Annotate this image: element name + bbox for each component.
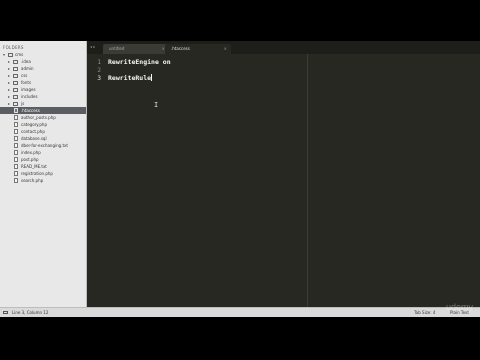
sidebar-item-label: css [21, 73, 28, 78]
folder-icon [13, 95, 18, 99]
sidebar-item-label: contact.php [21, 129, 45, 134]
file-icon [14, 129, 18, 134]
tab-htaccess[interactable]: .htaccess × [165, 44, 231, 54]
sidebar-item-label: includes [21, 94, 38, 99]
sidebar-item-label: .htaccess [21, 108, 40, 113]
tab-label: untitled [109, 46, 125, 51]
sidebar-item-label: cms [15, 52, 24, 57]
sidebar-item-file-selected[interactable]: .htaccess [0, 107, 86, 114]
folder-icon [13, 67, 18, 71]
folder-open-icon [8, 53, 13, 57]
chevron-right-icon[interactable]: ▸ [8, 100, 10, 107]
chevron-right-icon[interactable]: ▸ [8, 58, 10, 65]
sidebar-item-label: dber-for-exchanging.txt [21, 143, 68, 148]
chevron-right-icon[interactable]: ▸ [8, 65, 10, 72]
chevron-down-icon[interactable]: ▾ [3, 51, 5, 58]
chevron-right-icon[interactable]: ▸ [8, 86, 10, 93]
line-number-gutter: 1 2 3 [87, 54, 105, 307]
status-bar: Line 3, Column 12 Tab Size: 4 Plain Text [0, 307, 480, 317]
chevron-right-icon[interactable]: ▸ [8, 79, 10, 86]
sidebar-item-folder[interactable]: ▸ .idea [0, 58, 86, 65]
column-ruler [307, 54, 308, 307]
folders-header: FOLDERS [3, 45, 24, 50]
sidebar-item-label: fonts [21, 80, 32, 85]
sidebar-item-file[interactable]: search.php [0, 177, 86, 184]
file-icon [14, 108, 18, 113]
sidebar-item-folder[interactable]: ▸ fonts [0, 79, 86, 86]
sidebar-item-file[interactable]: registration.php [0, 170, 86, 177]
sidebar-item-label: READ_ME.txt [21, 164, 47, 169]
sidebar-item-file[interactable]: contact.php [0, 128, 86, 135]
sidebar-item-folder[interactable]: ▸ includes [0, 93, 86, 100]
file-icon [14, 136, 18, 141]
sidebar-item-file[interactable]: post.php [0, 156, 86, 163]
watermark-logo: udemy [446, 302, 474, 312]
sidebar-item-label: database.sql [21, 136, 47, 141]
code-line-current[interactable]: RewriteRule [108, 74, 151, 82]
sidebar-item-label: author_posts.php [21, 115, 56, 120]
sidebar-item-label: admin [21, 66, 34, 71]
sidebar-item-file[interactable]: category.php [0, 121, 86, 128]
cursor-position: Line 3, Column 12 [12, 310, 49, 315]
sidebar-item-label: js [21, 101, 25, 106]
chevron-right-icon[interactable]: ▸ [8, 72, 10, 79]
sidebar-item-folder[interactable]: ▸ admin [0, 65, 86, 72]
folder-icon [13, 74, 18, 78]
tab-bar: ◂ ▸ untitled × .htaccess × [87, 41, 480, 54]
file-icon [14, 178, 18, 183]
folder-icon [13, 88, 18, 92]
chevron-right-icon[interactable]: ▸ [8, 93, 10, 100]
text-caret [151, 74, 152, 81]
sidebar-item-label: index.php [21, 150, 41, 155]
sidebar-item-label: images [21, 87, 36, 92]
file-icon [14, 143, 18, 148]
folder-icon [13, 81, 18, 85]
sidebar-item-root-folder[interactable]: ▾ cms [0, 51, 86, 58]
tab-size-selector[interactable]: Tab Size: 4 [414, 308, 435, 317]
sidebar-item-folder[interactable]: ▸ images [0, 86, 86, 93]
file-icon [14, 157, 18, 162]
sidebar-item-file[interactable]: database.sql [0, 135, 86, 142]
file-icon [14, 171, 18, 176]
sidebar-item-file[interactable]: author_posts.php [0, 114, 86, 121]
sidebar-item-folder[interactable]: ▸ js [0, 100, 86, 107]
sidebar-item-file[interactable]: dber-for-exchanging.txt [0, 142, 86, 149]
sidebar-item-label: search.php [21, 178, 44, 183]
line-number: 2 [97, 67, 101, 74]
close-icon[interactable]: × [224, 44, 227, 54]
line-number: 1 [97, 59, 101, 66]
tab-scroll-arrows-icon[interactable]: ◂ ▸ [90, 44, 95, 49]
line-number-current: 3 [97, 75, 101, 82]
sidebar-item-file[interactable]: index.php [0, 149, 86, 156]
sidebar-item-label: .idea [21, 59, 31, 64]
code-line[interactable]: RewriteEngine on [108, 58, 171, 66]
sidebar-item-file[interactable]: READ_ME.txt [0, 163, 86, 170]
file-icon [14, 164, 18, 169]
file-icon [14, 150, 18, 155]
panel-toggle-icon[interactable] [3, 311, 8, 314]
folder-icon [13, 102, 18, 106]
sidebar-item-label: post.php [21, 157, 39, 162]
file-icon [14, 115, 18, 120]
tab-label: .htaccess [171, 46, 190, 51]
tab-untitled[interactable]: untitled × [103, 44, 169, 54]
sidebar-item-label: registration.php [21, 171, 53, 176]
code-editor[interactable]: 1 2 3 RewriteEngine on RewriteRule [87, 54, 480, 307]
sidebar: FOLDERS ▾ cms ▸ .idea ▸ admin ▸ css ▸ fo… [0, 41, 87, 307]
sidebar-item-folder[interactable]: ▸ css [0, 72, 86, 79]
mouse-ibeam-cursor-icon: I [154, 101, 159, 109]
sublime-text-window: FOLDERS ▾ cms ▸ .idea ▸ admin ▸ css ▸ fo… [0, 41, 480, 317]
folder-icon [13, 60, 18, 64]
file-icon [14, 122, 18, 127]
sidebar-item-label: category.php [21, 122, 47, 127]
